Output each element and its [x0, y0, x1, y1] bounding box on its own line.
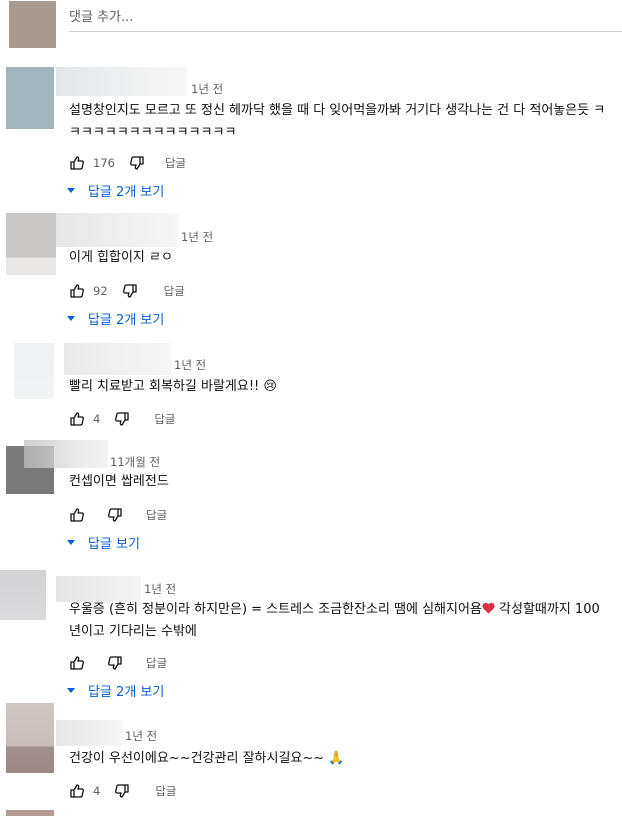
caret-down-icon — [67, 188, 75, 193]
thumbs-up-icon[interactable] — [69, 283, 85, 299]
view-replies-button[interactable]: 답글 2개 보기 — [67, 309, 164, 328]
thumbs-down-icon[interactable] — [107, 507, 123, 523]
reply-button[interactable]: 답글 — [154, 411, 175, 427]
view-replies-label: 답글 2개 보기 — [88, 185, 165, 200]
comment-text: 우울증 (흔히 정분이라 하지만은) = 스트레스 조금한잔소리 땜에 심해지어… — [69, 599, 608, 643]
comment-item: 1년 전 설명창인지도 모르고 또 정신 헤까닥 했을 때 다 잊어먹을까봐 거… — [0, 60, 622, 210]
comment-actions: 답글 — [69, 506, 167, 524]
avatar[interactable] — [14, 343, 54, 399]
comment-time[interactable]: 1년 전 — [181, 229, 213, 245]
comment-actions: 92 답글 — [69, 282, 185, 300]
reply-button[interactable]: 답글 — [165, 155, 186, 171]
comment-item: 1년 전 건강이 우선이에요~~건강관리 잘하시길요~~ 🙏 4 답글 — [0, 700, 622, 810]
comment-time[interactable]: 1년 전 — [174, 357, 206, 373]
comment-actions: 4 답글 — [69, 782, 177, 800]
thumbs-up-icon[interactable] — [69, 507, 85, 523]
author-name-blurred[interactable] — [56, 213, 178, 247]
comment-actions: 176 답글 — [69, 154, 186, 172]
view-replies-button[interactable]: 답글 2개 보기 — [67, 681, 164, 700]
avatar[interactable] — [6, 67, 54, 129]
view-replies-label: 답글 보기 — [88, 537, 140, 552]
comment-item: 1년 전 이게 힙합이지 ㄹㅇ 92 답글 답글 2개 보기 — [0, 210, 622, 340]
avatar[interactable] — [6, 703, 54, 773]
caret-down-icon — [67, 316, 75, 321]
view-replies-label: 답글 2개 보기 — [88, 685, 165, 700]
comment-time[interactable]: 1년 전 — [191, 81, 223, 97]
avatar[interactable] — [6, 213, 56, 275]
thumbs-down-icon[interactable] — [107, 655, 123, 671]
caret-down-icon — [67, 540, 75, 545]
comment-text: 설명창인지도 모르고 또 정신 헤까닥 했을 때 다 잊어먹을까봐 거기다 생각… — [69, 103, 606, 140]
view-replies-label: 답글 2개 보기 — [88, 313, 165, 328]
view-replies-button[interactable]: 답글 보기 — [67, 533, 140, 552]
view-replies-button[interactable]: 답글 2개 보기 — [67, 181, 164, 200]
comment-actions: 4 답글 — [69, 410, 176, 428]
thumbs-up-icon[interactable] — [69, 411, 85, 427]
comment-item: 1년 전 빨리 치료받고 회복하길 바랄게요!! 😢 4 답글 — [0, 340, 622, 440]
author-name-blurred[interactable] — [56, 67, 187, 96]
comment-item: 11개월 전 컨셉이면 쌉레전드 답글 답글 보기 — [0, 440, 622, 570]
comment-item: 1년 전 우울증 (흔히 정분이라 하지만은) = 스트레스 조금한잔소리 땜에… — [0, 570, 622, 700]
thumbs-up-icon[interactable] — [69, 655, 85, 671]
comment-actions: 답글 — [69, 654, 167, 672]
author-name-blurred[interactable] — [24, 440, 108, 468]
thumbs-down-icon[interactable] — [122, 283, 138, 299]
comment-time[interactable]: 11개월 전 — [110, 454, 160, 470]
caret-down-icon — [67, 688, 75, 693]
thumbs-down-icon[interactable] — [114, 411, 130, 427]
like-count: 4 — [93, 784, 101, 798]
thumbs-up-icon[interactable] — [69, 783, 85, 799]
comment-text: 건강이 우선이에요~~건강관리 잘하시길요~~ 🙏 — [69, 751, 345, 766]
author-name-blurred[interactable] — [64, 343, 172, 375]
current-user-avatar — [9, 1, 56, 48]
reply-button[interactable]: 답글 — [146, 507, 167, 523]
add-comment-input[interactable]: 댓글 추가... — [69, 6, 133, 25]
add-comment-underline — [69, 31, 622, 32]
reply-button[interactable]: 답글 — [155, 783, 176, 799]
comment-text-part: 우울증 (흔히 정분이라 하지만은) = 스트레스 조금한잔소리 땜에 심해지어… — [69, 602, 482, 617]
reply-button[interactable]: 답글 — [146, 655, 167, 671]
comment-text: 빨리 치료받고 회복하길 바랄게요!! 😢 — [69, 379, 277, 394]
add-comment-row: 댓글 추가... — [0, 0, 622, 50]
avatar[interactable] — [0, 570, 46, 620]
avatar[interactable] — [6, 810, 54, 816]
like-count: 4 — [93, 412, 101, 426]
author-name-blurred[interactable] — [56, 720, 123, 746]
comment-text: 이게 힙합이지 ㄹㅇ — [69, 250, 173, 265]
like-count: 92 — [93, 284, 108, 298]
heart-icon — [482, 600, 495, 614]
reply-button[interactable]: 답글 — [164, 283, 185, 299]
comment-time[interactable]: 1년 전 — [144, 581, 176, 597]
thumbs-down-icon[interactable] — [129, 155, 145, 171]
comment-time[interactable]: 1년 전 — [125, 728, 157, 744]
comment-text: 컨셉이면 쌉레전드 — [69, 474, 169, 489]
thumbs-down-icon[interactable] — [114, 783, 130, 799]
thumbs-up-icon[interactable] — [69, 155, 85, 171]
like-count: 176 — [93, 156, 115, 170]
